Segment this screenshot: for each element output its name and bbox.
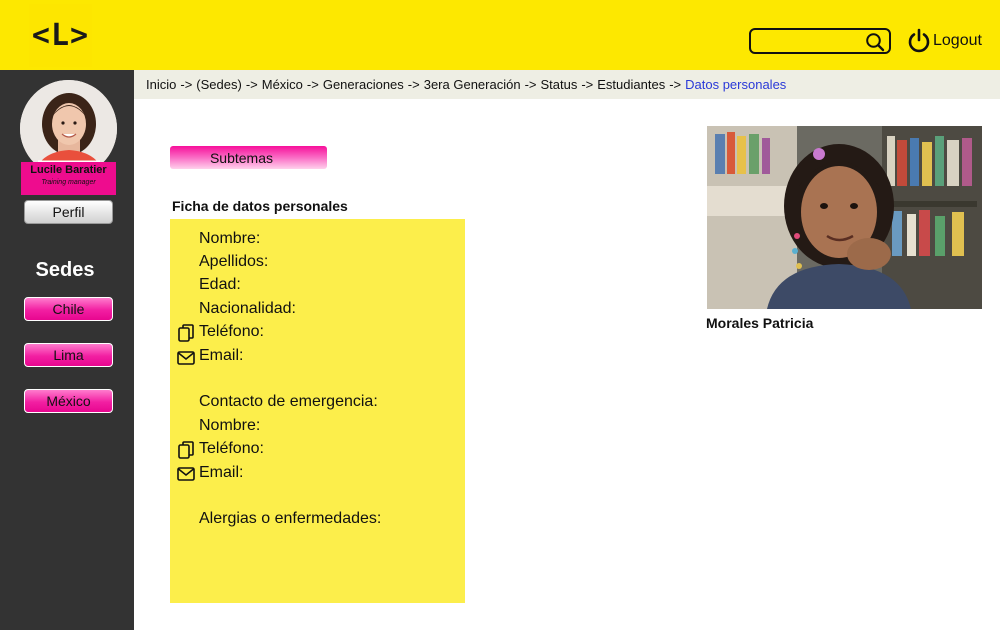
breadcrumb-separator: -> [581,77,594,92]
field-nombre: Nombre: [199,230,261,247]
student-photo [707,126,982,309]
field-apellidos: Apellidos: [199,253,269,270]
sidebar: Lucile Baratier Training manager Perfil … [0,70,134,630]
breadcrumb-item[interactable]: Status [540,77,577,92]
logout-label: Logout [933,32,982,49]
perfil-button[interactable]: Perfil [24,200,113,224]
field-alergias: Alergias o enfermedades: [199,510,382,527]
field-edad: Edad: [199,276,241,293]
breadcrumb-item[interactable]: 3era Generación [424,77,521,92]
personal-data-card: Nombre: Apellidos: Edad: Nacionalidad: T… [170,219,465,603]
top-header: <L> Logout [0,0,1000,70]
search-input[interactable] [757,32,865,50]
breadcrumb-separator: -> [524,77,537,92]
sede-button-chile[interactable]: Chile [24,297,113,321]
copy-icon[interactable] [177,324,195,342]
subtemas-button[interactable]: Subtemas [170,146,327,169]
field-emergencia-telefono: Teléfono: [199,440,264,457]
field-emergencia-nombre: Nombre: [199,417,261,434]
copy-icon[interactable] [177,441,195,459]
field-nacionalidad: Nacionalidad: [199,300,296,317]
mail-icon[interactable] [177,349,195,367]
search-icon[interactable] [865,32,885,52]
breadcrumb-current: Datos personales [685,77,787,92]
power-icon [908,28,930,53]
sede-button-lima[interactable]: Lima [24,343,113,367]
logo[interactable]: <L> [29,4,92,67]
field-contacto-emergencia: Contacto de emergencia: [199,393,378,410]
breadcrumb-separator: -> [180,77,193,92]
breadcrumb-item[interactable]: Estudiantes [597,77,665,92]
card-title: Ficha de datos personales [172,198,348,214]
breadcrumb-separator: -> [306,77,319,92]
field-email: Email: [199,347,244,364]
breadcrumb: Inicio -> (Sedes) -> México -> Generacio… [134,70,1000,99]
field-emergencia-email: Email: [199,464,244,481]
profile-nameplate: Lucile Baratier Training manager [21,162,116,195]
breadcrumb-separator: -> [669,77,682,92]
breadcrumb-separator: -> [245,77,258,92]
breadcrumb-item[interactable]: Inicio [146,77,176,92]
mail-icon[interactable] [177,465,195,483]
logout-button[interactable]: Logout [906,27,982,55]
breadcrumb-item[interactable]: (Sedes) [196,77,242,92]
field-telefono: Teléfono: [199,323,264,340]
sede-button-mexico[interactable]: México [24,389,113,413]
sedes-heading: Sedes [35,259,95,281]
profile-role: Training manager [41,179,96,186]
profile-name: Lucile Baratier [30,164,107,176]
search-box[interactable] [749,28,891,54]
breadcrumb-item[interactable]: Generaciones [323,77,404,92]
breadcrumb-item[interactable]: México [262,77,303,92]
breadcrumb-separator: -> [407,77,420,92]
student-name: Morales Patricia [706,315,814,331]
